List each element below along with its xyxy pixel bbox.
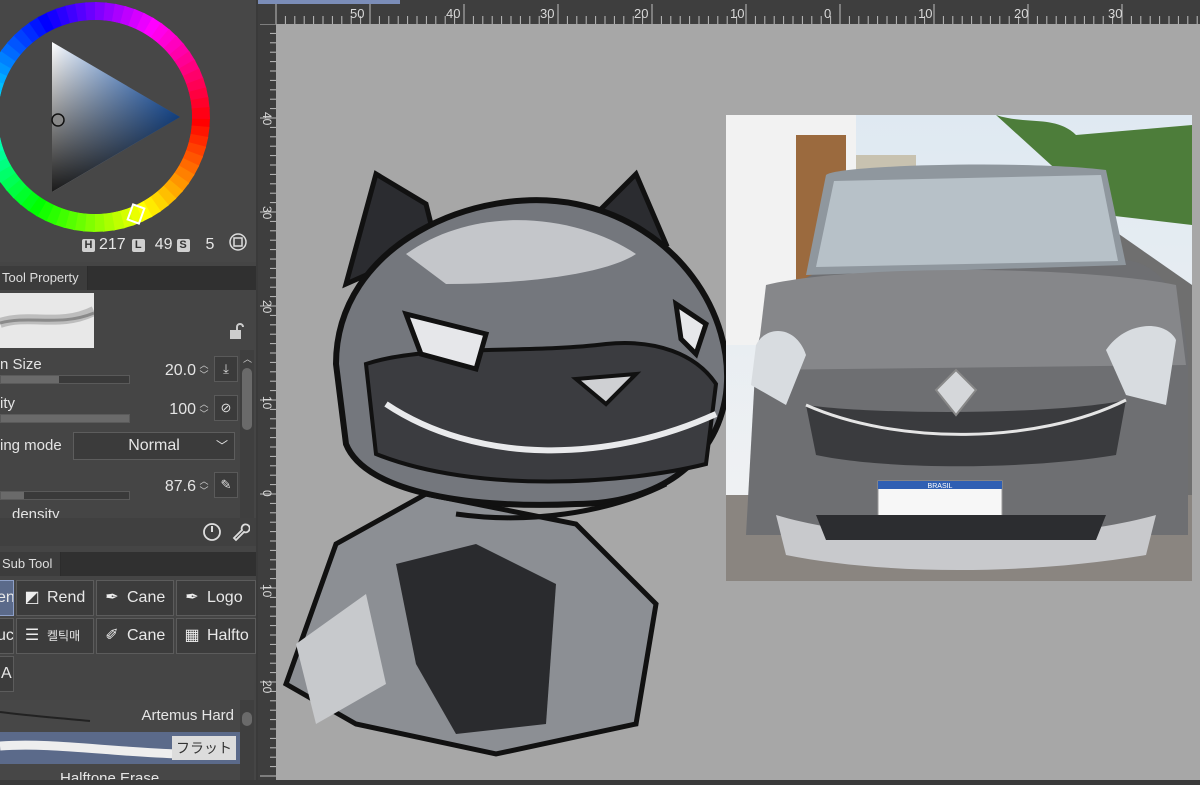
settings-dial-icon[interactable] [202, 522, 222, 542]
subtool-button-halftone[interactable]: ▦ Halfto [176, 618, 256, 654]
blending-mode-label: ing mode [0, 437, 62, 454]
brush-stroke-preview [0, 711, 91, 722]
ruler-left-label: 10 [260, 396, 274, 410]
ruler-top-label: 10 [918, 6, 933, 21]
brush-preview [0, 293, 94, 348]
stabilization-value[interactable]: 87.6 [165, 478, 196, 496]
density-row: density [0, 500, 240, 520]
hue-badge: H [82, 238, 95, 252]
opacity-label: ity [0, 395, 15, 412]
brush-item-artemus-hard[interactable]: Artemus Hard [0, 700, 240, 732]
halftone-icon: ▦ [184, 627, 200, 644]
hsv-readout: H 217 L 49 S 5 [82, 236, 214, 254]
canvas-area: 50 40 30 20 10 0 10 20 30 40 30 20 10 0 … [258, 0, 1200, 780]
wrench-icon[interactable] [230, 522, 250, 542]
color-mode-icon[interactable] [228, 232, 248, 252]
reference-car-photo[interactable]: BRASIL [726, 115, 1192, 581]
stabilization-row: 87.6 ︿ ﹀ ✎ [0, 466, 240, 504]
brush-size-spinner[interactable]: ︿ ﹀ [198, 360, 210, 382]
subtool-button-pen[interactable]: en [0, 580, 14, 616]
brush-size-slider[interactable] [0, 375, 130, 384]
opacity-row: ity 100 ︿ ﹀ ⊘ [0, 389, 240, 427]
lines-icon: ☰ [24, 627, 40, 644]
subtool-button-a[interactable]: A [0, 656, 14, 692]
pencil-icon: ✐ [105, 627, 119, 644]
ruler-highlight [258, 0, 400, 4]
opacity-spinner[interactable]: ︿ ﹀ [198, 399, 210, 421]
brush-item-flat[interactable]: フラット [0, 732, 240, 764]
saturation-value: 5 [205, 236, 215, 253]
chevron-down-icon: ﹀ [215, 439, 228, 453]
subtool-button-render[interactable]: ◩ Rend [16, 580, 94, 616]
opacity-value[interactable]: 100 [169, 401, 196, 419]
brush-size-value[interactable]: 20.0 [165, 362, 196, 380]
ruler-top: 50 40 30 20 10 0 10 20 30 [258, 0, 1200, 24]
ruler-left-label: 20 [260, 300, 274, 314]
brush-name: フラット [172, 736, 236, 760]
tab-sub-tool[interactable]: Sub Tool [0, 552, 62, 576]
wand-icon[interactable]: ✎ [214, 472, 238, 498]
pen-nib-icon: ✒ [185, 589, 199, 606]
left-panel: H 217 L 49 S 5 Tool Property n Size 20.0… [0, 0, 256, 780]
brush-name: Artemus Hard [141, 707, 234, 724]
ruler-top-label: 40 [446, 6, 461, 21]
opacity-slider[interactable] [0, 414, 130, 423]
color-wheel[interactable] [0, 0, 256, 262]
blending-mode-select[interactable]: Normal ﹀ [73, 432, 235, 460]
blending-mode-value: Normal [128, 437, 180, 454]
lightness-value: 49 [154, 236, 173, 253]
ruler-top-label: 0 [824, 6, 832, 21]
download-icon[interactable]: ⤓ [214, 356, 238, 382]
blending-mode-row: ing mode Normal ﹀ [0, 428, 240, 466]
no-entry-icon[interactable]: ⊘ [214, 395, 238, 421]
tool-property-footer [0, 518, 256, 546]
stabilization-slider[interactable] [0, 491, 130, 500]
lightness-badge: L [131, 238, 145, 252]
brush-stroke-preview [0, 740, 180, 759]
ruler-left-label: 20 [260, 680, 274, 694]
tool-property-scrollbar[interactable]: ︿ [240, 350, 254, 518]
hue-value: 217 [99, 236, 126, 253]
ruler-left-label: 40 [260, 112, 274, 126]
color-panel: H 217 L 49 S 5 [0, 0, 256, 262]
subtool-button-cane[interactable]: ✒ Cane [96, 580, 174, 616]
brush-item-halftone-erase[interactable]: Halftone Erase [0, 764, 240, 780]
ruler-top-label: 10 [730, 6, 745, 21]
scroll-up-icon[interactable]: ︿ [243, 352, 252, 365]
subtool-button-cane-2[interactable]: ✐ Cane [96, 618, 174, 654]
eraser-icon: ◩ [24, 589, 40, 606]
ruler-top-label: 30 [1108, 6, 1123, 21]
ruler-left-label: 30 [260, 206, 274, 220]
panther-sketch [282, 169, 731, 757]
ruler-top-label: 20 [634, 6, 649, 21]
brush-list-scrollbar[interactable] [240, 700, 254, 780]
ruler-top-label: 30 [540, 6, 555, 21]
ruler-left-label: 10 [260, 584, 274, 598]
pen-nib-icon: ✒ [105, 589, 119, 606]
ruler-left-label: 0 [260, 490, 274, 497]
license-plate-country: BRASIL [928, 483, 953, 490]
color-picker-cursor[interactable] [51, 113, 65, 127]
brush-size-row: n Size 20.0 ︿ ﹀ ⤓ [0, 350, 240, 388]
subtool-button-logo[interactable]: ✒ Logo [176, 580, 256, 616]
ruler-top-label: 50 [350, 6, 365, 21]
ruler-left: 40 30 20 10 0 10 20 [258, 23, 276, 780]
subtool-button-celtic[interactable]: ☰ 켈틱매 [16, 618, 94, 654]
tab-tool-property[interactable]: Tool Property [0, 266, 88, 290]
stabilization-spinner[interactable]: ︿ ﹀ [198, 476, 210, 498]
subtool-button-uc[interactable]: uc [0, 618, 14, 654]
brush-name: Halftone Erase [60, 770, 160, 780]
brush-size-label: n Size [0, 356, 42, 373]
saturation-badge: S [176, 238, 190, 252]
scroll-thumb[interactable] [242, 368, 252, 430]
unlock-icon[interactable] [228, 322, 244, 340]
ruler-top-label: 20 [1014, 6, 1029, 21]
drawing-canvas[interactable]: BRASIL [276, 24, 1200, 780]
